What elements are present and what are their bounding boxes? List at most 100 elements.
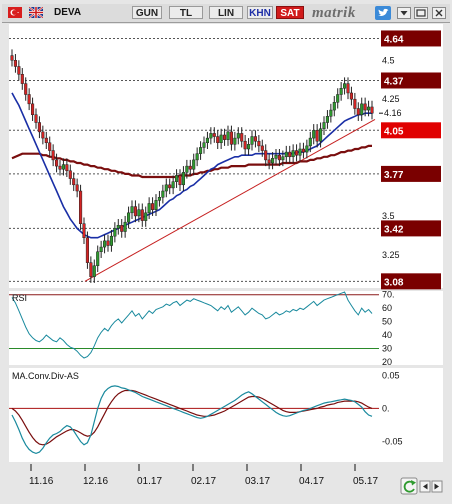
candle-body (79, 190, 83, 224)
candle-body (236, 133, 240, 139)
candle-body (216, 136, 220, 144)
maximize-icon[interactable] (414, 7, 428, 19)
candle-body (274, 154, 278, 159)
candle-body (82, 223, 86, 238)
level-label: 4.64 (384, 34, 404, 45)
dropdown-icon[interactable] (397, 7, 411, 19)
candle-body (257, 140, 261, 147)
candle-body (250, 136, 254, 145)
level-label: 4.05 (384, 126, 404, 137)
candle-body (31, 103, 35, 115)
candle-body (319, 128, 323, 142)
refresh-icon[interactable] (400, 477, 418, 495)
macd-tick-label: 0. (382, 403, 390, 413)
candle-body (137, 209, 141, 217)
candle-body (336, 94, 340, 103)
candle-body (332, 102, 336, 111)
candle-body (96, 251, 100, 267)
candle-body (55, 159, 59, 167)
candle-body (356, 108, 360, 115)
candle-body (20, 74, 24, 84)
candle-body (168, 184, 172, 189)
candle-body (175, 175, 179, 182)
candle-body (260, 145, 264, 151)
candle-body (27, 94, 31, 105)
price-tick-label: 4.5 (382, 55, 395, 65)
candle-body (130, 206, 134, 214)
candle-body (363, 103, 367, 111)
toolbar: DEVA GUN TL LIN KHN SAT matrik (2, 4, 450, 23)
candle-body (305, 145, 309, 153)
candle-body (195, 153, 199, 161)
price-tick-label: 3.25 (382, 250, 400, 260)
candle-body (13, 60, 17, 67)
candle-body (127, 212, 131, 223)
candle-body (41, 131, 45, 139)
period-button-gun[interactable]: GUN (132, 6, 162, 19)
candle-body (65, 164, 69, 172)
price-tick-label: 3.5 (382, 211, 395, 221)
symbol-label[interactable]: DEVA (54, 6, 81, 19)
candle-body (288, 151, 292, 158)
macd-tick-label: 0.05 (382, 370, 400, 380)
candle-body (312, 130, 316, 139)
sat-button[interactable]: SAT (276, 6, 304, 19)
candle-body (109, 235, 113, 246)
candle-body (103, 240, 107, 248)
level-label: 3.42 (384, 224, 404, 235)
currency-button-tl[interactable]: TL (169, 6, 203, 19)
candle-body (120, 225, 124, 232)
candle-body (353, 98, 357, 109)
candle-body (219, 134, 223, 144)
candle-body (116, 225, 120, 229)
current-price-label: 4.16 (384, 108, 402, 118)
candle-body (89, 262, 93, 277)
chart-canvas[interactable]: 3.25 3.5 4.25 4.5 4.16 4.64 4.37 4.05 3.77 3.42 3… (0, 22, 452, 504)
candle-body (322, 122, 326, 130)
twitter-icon[interactable] (375, 6, 391, 20)
candle-body (247, 144, 251, 150)
rsi-tick-label: 60 (382, 303, 392, 313)
candle-body (315, 130, 319, 142)
macd-tick-label: -0.05 (382, 436, 403, 446)
scroll-right-icon[interactable] (431, 480, 443, 493)
candle-body (188, 165, 192, 170)
rsi-tick-label: 70. (382, 290, 395, 300)
candle-body (253, 136, 257, 142)
candle-body (277, 154, 281, 161)
close-icon[interactable] (432, 7, 446, 19)
candle-body (308, 137, 312, 147)
candle-body (329, 109, 333, 117)
candle-body (325, 116, 329, 123)
turkey-flag-icon[interactable] (8, 7, 22, 18)
date-tick-label: 12.16 (83, 476, 108, 487)
candle-body (147, 203, 151, 214)
date-tick-label: 02.17 (191, 476, 216, 487)
rsi-title: RSI (12, 293, 27, 303)
scale-button-lin[interactable]: LIN (209, 6, 243, 19)
candle-body (185, 165, 189, 173)
candle-body (298, 148, 302, 156)
candle-body (267, 159, 271, 164)
date-tick-label: 01.17 (137, 476, 162, 487)
candle-body (223, 134, 227, 140)
candle-body (202, 142, 206, 148)
rsi-tick-label: 20 (382, 357, 392, 367)
candle-body (92, 265, 96, 277)
candle-body (295, 150, 299, 156)
uk-flag-icon[interactable] (29, 7, 43, 18)
candle-body (205, 137, 209, 144)
candle-body (123, 221, 127, 232)
candle-body (75, 184, 79, 192)
candle-body (281, 156, 285, 161)
candle-body (164, 184, 168, 192)
khn-button[interactable]: KHN (247, 6, 273, 19)
level-label: 4.37 (384, 76, 404, 87)
candle-body (48, 142, 52, 151)
candle-body (157, 197, 161, 201)
candle-body (72, 178, 76, 186)
scroll-left-icon[interactable] (419, 480, 431, 493)
candle-body (243, 140, 247, 150)
candle-body (229, 131, 233, 145)
candle-body (291, 150, 295, 158)
